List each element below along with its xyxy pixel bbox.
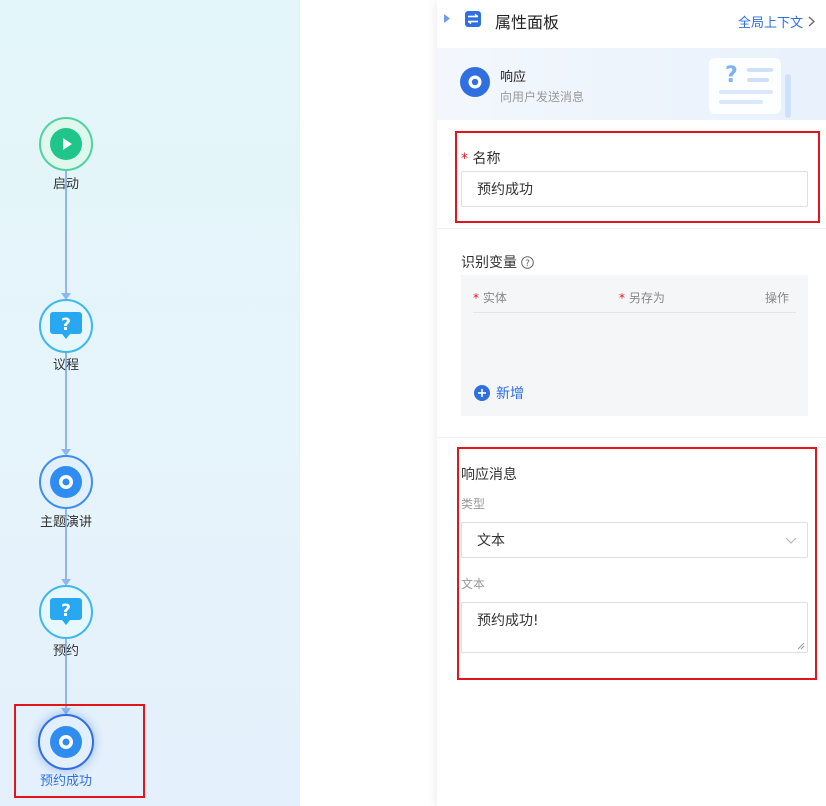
question-bubble-icon: ? (50, 312, 82, 339)
variables-table: * 实体 * 另存为 操作 新增 (461, 275, 808, 416)
flow-canvas[interactable]: 启动 ? 议程 主题演讲 ? 预约 预约成功 (0, 0, 300, 806)
panel-title: 属性面板 (495, 13, 560, 32)
properties-icon (465, 11, 481, 27)
node-type-description: 向用户发送消息 (500, 90, 585, 104)
flow-node-agenda[interactable]: ? (39, 299, 93, 353)
chevron-right-icon (808, 16, 815, 27)
chat-illustration-icon: ? (709, 58, 791, 118)
required-mark: * (619, 291, 625, 305)
flow-node-label: 预约 (52, 644, 79, 659)
help-icon[interactable]: ? (521, 255, 534, 269)
node-type-banner: 响应 向用户发送消息 ? (437, 48, 826, 120)
name-field-highlight (455, 131, 820, 223)
flow-node-label: 议程 (52, 358, 79, 373)
table-header-divider (473, 312, 796, 313)
flow-node-label: 启动 (52, 177, 79, 192)
svg-text:?: ? (725, 63, 738, 88)
global-context-link[interactable]: 全局上下文 (738, 12, 815, 31)
flow-node-label: 主题演讲 (39, 515, 92, 530)
column-entity-label: 实体 (482, 291, 507, 305)
column-header-actions: 操作 (765, 291, 790, 305)
plus-circle-icon (474, 385, 490, 401)
column-header-save-as: * 另存为 (619, 289, 665, 306)
response-icon (460, 67, 490, 97)
flow-node-keynote[interactable] (39, 455, 93, 509)
collapse-caret-icon[interactable] (443, 13, 451, 24)
add-variable-label: 新增 (496, 386, 524, 402)
response-icon (50, 466, 82, 498)
svg-text:?: ? (525, 258, 530, 268)
column-header-entity: * 实体 (473, 289, 507, 306)
canvas-blank-area (300, 0, 436, 806)
add-variable-button[interactable]: 新增 (474, 383, 524, 403)
required-mark: * (473, 291, 479, 305)
global-context-label: 全局上下文 (738, 16, 804, 31)
response-message-highlight (457, 447, 817, 680)
variables-section-header: 识别变量 ? (461, 252, 534, 272)
section-divider (437, 437, 826, 438)
property-panel: 属性面板 全局上下文 响应 向用户发送消息 ? * 名称 预约成功 识别变量 ?… (437, 0, 826, 806)
svg-text:?: ? (61, 315, 71, 335)
panel-header: 属性面板 全局上下文 (437, 0, 826, 40)
section-divider (437, 228, 826, 229)
selection-highlight (14, 704, 145, 798)
node-type-title: 响应 (500, 70, 527, 85)
flow-node-reservation[interactable]: ? (39, 585, 93, 639)
variables-label: 识别变量 (461, 255, 517, 271)
flow-node-start[interactable] (39, 117, 93, 171)
question-bubble-icon: ? (50, 598, 82, 625)
column-save-as-label: 另存为 (628, 291, 665, 305)
svg-text:?: ? (61, 601, 71, 621)
play-icon (50, 128, 82, 160)
